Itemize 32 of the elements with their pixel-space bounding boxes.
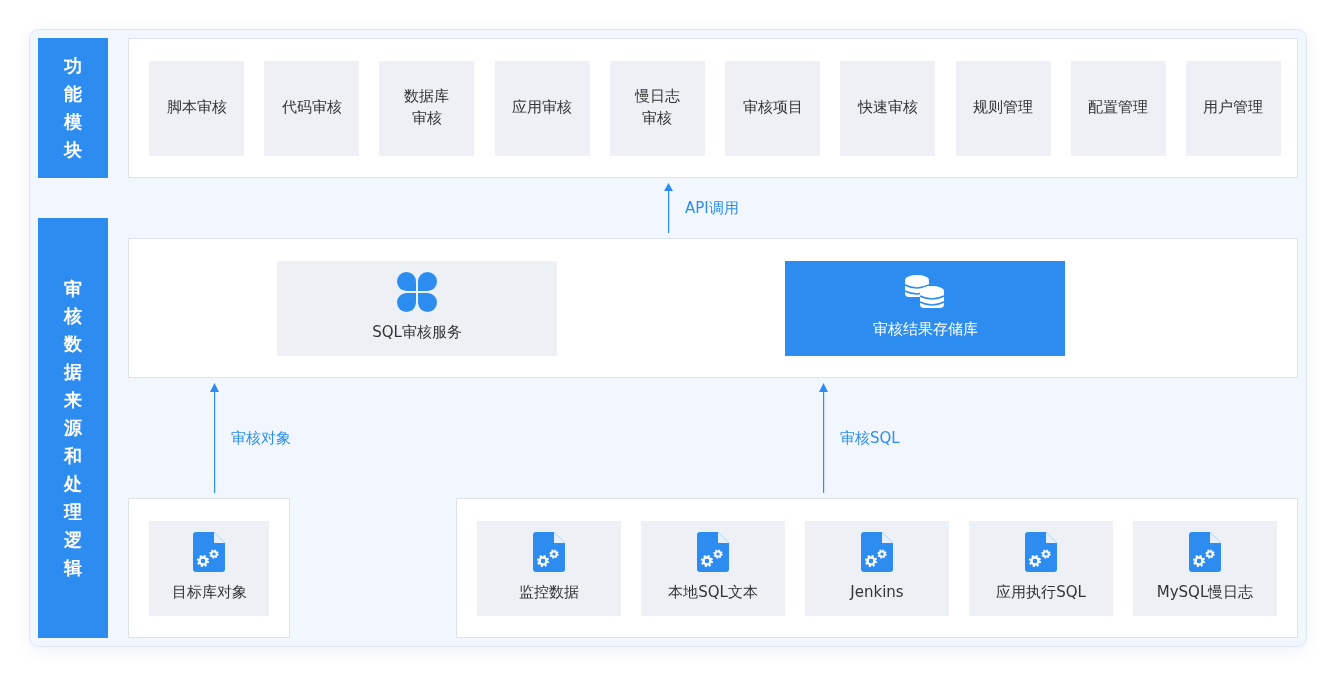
file-gears-icon <box>861 532 893 573</box>
source-block: 应用执行SQL <box>969 520 1113 616</box>
module-block: 配置管理 <box>1070 60 1166 156</box>
module-block: 快速审核 <box>840 60 936 156</box>
source-block: Jenkins <box>805 520 949 616</box>
module-block: 脚本审核 <box>149 60 244 156</box>
file-gears-icon <box>533 532 565 573</box>
module-block: 数据库审核 <box>379 60 475 156</box>
source-block: MySQL慢日志 <box>1133 520 1277 616</box>
arrow-label: API调用 <box>685 198 739 218</box>
section-label: 审核数据来源和处理逻辑 <box>38 218 108 638</box>
arrow-label: 审核SQL <box>840 428 900 448</box>
module-block: 应用审核 <box>494 60 590 156</box>
section-label: 功能模块 <box>38 38 108 178</box>
block-label: SQL审核服务 <box>372 322 462 344</box>
source-block: 本地SQL文本 <box>641 520 785 616</box>
module-block: 代码审核 <box>264 60 360 156</box>
four-petal-icon <box>397 272 437 313</box>
file-gears-icon <box>1025 532 1057 573</box>
file-gears-icon <box>193 532 225 573</box>
file-gears-icon <box>1189 532 1221 573</box>
source-block: 监控数据 <box>477 520 621 616</box>
up-arrow <box>664 183 673 233</box>
module-block: 规则管理 <box>955 60 1051 156</box>
file-gears-icon <box>697 532 729 573</box>
module-block: 审核项目 <box>725 60 821 156</box>
module-block: 用户管理 <box>1185 60 1281 156</box>
database-icon <box>904 275 946 310</box>
module-block: 慢日志审核 <box>609 60 705 156</box>
source-block: 目标库对象 <box>149 520 269 616</box>
block-label: 审核结果存储库 <box>872 319 978 341</box>
arrow-label: 审核对象 <box>231 428 291 448</box>
